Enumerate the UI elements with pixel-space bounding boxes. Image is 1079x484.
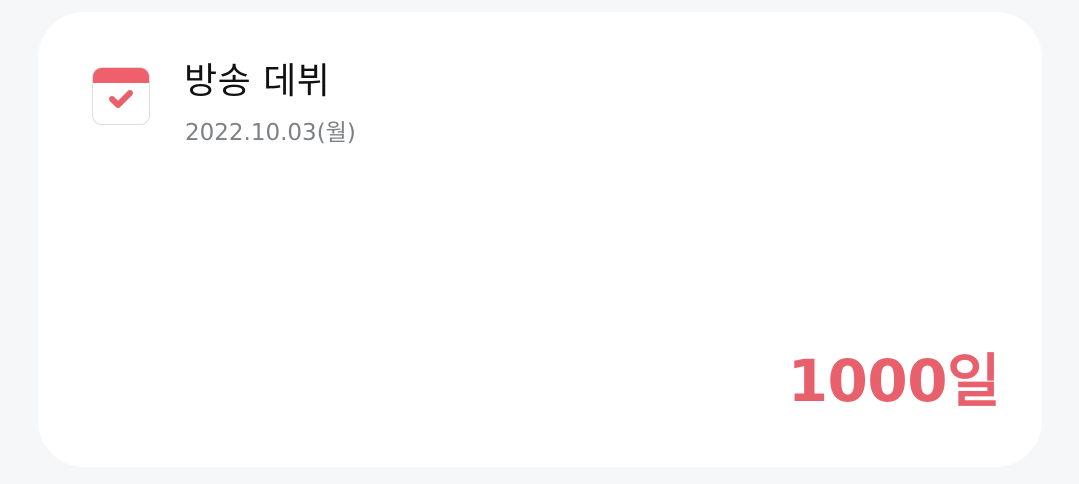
event-date: 2022.10.03(월) [185, 120, 356, 146]
dday-count: 1000일 [787, 347, 1001, 415]
anniversary-card[interactable]: 방송 데뷔 2022.10.03(월) 1000일 [38, 12, 1042, 467]
event-title: 방송 데뷔 [184, 61, 331, 102]
calendar-check-icon [92, 67, 150, 125]
